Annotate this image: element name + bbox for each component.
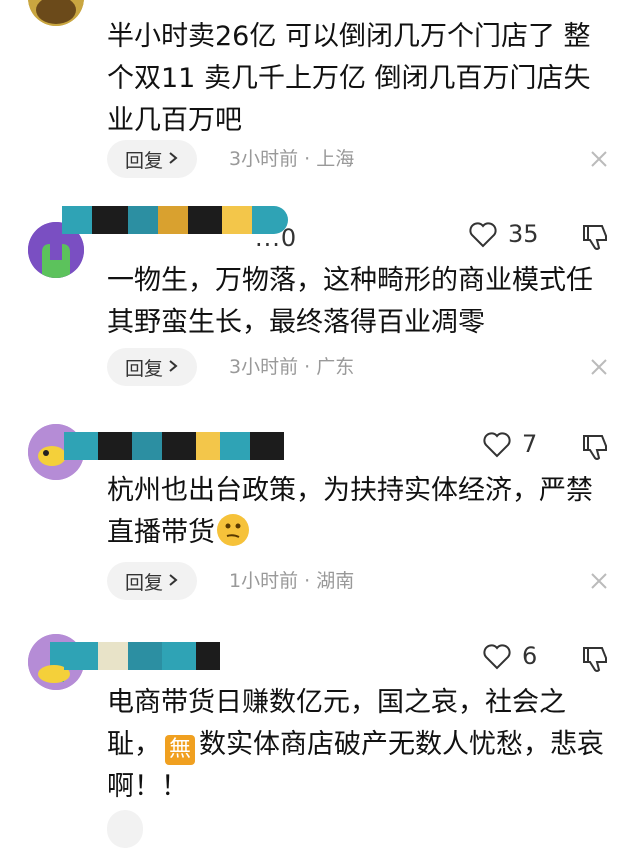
avatar[interactable] bbox=[28, 0, 84, 26]
thinking-face-icon bbox=[217, 514, 249, 546]
comment-text: 一物生，万物落，这种畸形的商业模式任其野蛮生长，最终落得百业凋零 bbox=[107, 265, 593, 338]
reply-button[interactable]: 回复 bbox=[107, 562, 198, 600]
like-button[interactable]: 7 bbox=[482, 430, 537, 458]
like-button[interactable]: 6 bbox=[482, 642, 537, 670]
comment-2: ...0 35 一物生，万物落，这种畸形的商业模式任其野蛮生长，最终落得百业凋零… bbox=[0, 200, 640, 410]
username-text: ...0 bbox=[255, 224, 298, 252]
like-count: 6 bbox=[522, 642, 538, 670]
username[interactable]: ...0 bbox=[255, 224, 297, 252]
dislike-icon[interactable] bbox=[580, 222, 610, 252]
reply-label: 回复 bbox=[125, 357, 164, 380]
comment-text: 杭州也出台政策，为扶持实体经济，严禁直播带货 bbox=[107, 470, 612, 554]
dislike-icon[interactable] bbox=[580, 432, 610, 462]
reply-button-partial[interactable] bbox=[107, 810, 143, 848]
reply-button[interactable]: 回复 bbox=[107, 140, 198, 178]
comment-text: 半小时卖26亿 可以倒闭几万个门店了 整个双11 卖几千上万亿 倒闭几百万门店失… bbox=[107, 21, 591, 136]
comment-text-main: 杭州也出台政策，为扶持实体经济，严禁直播带货 bbox=[107, 475, 593, 548]
reply-button[interactable]: 回复 bbox=[107, 348, 198, 386]
dislike-icon[interactable] bbox=[580, 644, 610, 674]
reply-label: 回复 bbox=[125, 571, 164, 594]
username-redaction bbox=[64, 642, 220, 670]
comment-3: 7 杭州也出台政策，为扶持实体经济，严禁直播带货 回复 1小时前 · 湖南 bbox=[0, 410, 640, 620]
gift-icon: 無 bbox=[165, 735, 195, 765]
heart-icon bbox=[483, 432, 511, 458]
chevron-right-icon bbox=[167, 148, 179, 170]
heart-icon bbox=[483, 644, 511, 670]
comment-4: 6 电商带货日赚数亿元，国之哀，社会之耻，無数实体商店破产无数人忧愁，悲哀啊！！ bbox=[0, 620, 640, 848]
heart-icon bbox=[469, 222, 497, 248]
reply-label: 回复 bbox=[125, 149, 164, 172]
avatar-image bbox=[28, 0, 84, 26]
comment-meta: 3小时前 · 上海 bbox=[229, 148, 355, 170]
comment-meta: 3小时前 · 广东 bbox=[229, 356, 355, 378]
chevron-right-icon bbox=[167, 356, 179, 378]
username-redaction bbox=[64, 432, 284, 460]
comment-1: 半小时卖26亿 可以倒闭几万个门店了 整个双11 卖几千上万亿 倒闭几百万门店失… bbox=[0, 0, 640, 200]
like-count: 35 bbox=[508, 220, 539, 248]
chevron-right-icon bbox=[167, 570, 179, 592]
like-button[interactable]: 35 bbox=[468, 220, 539, 248]
like-count: 7 bbox=[522, 430, 538, 458]
close-icon[interactable] bbox=[586, 146, 612, 172]
close-icon[interactable] bbox=[586, 568, 612, 594]
comment-meta: 1小时前 · 湖南 bbox=[229, 570, 355, 592]
comment-text: 电商带货日赚数亿元，国之哀，社会之耻，無数实体商店破产无数人忧愁，悲哀啊！！ bbox=[107, 682, 612, 808]
close-icon[interactable] bbox=[586, 354, 612, 380]
